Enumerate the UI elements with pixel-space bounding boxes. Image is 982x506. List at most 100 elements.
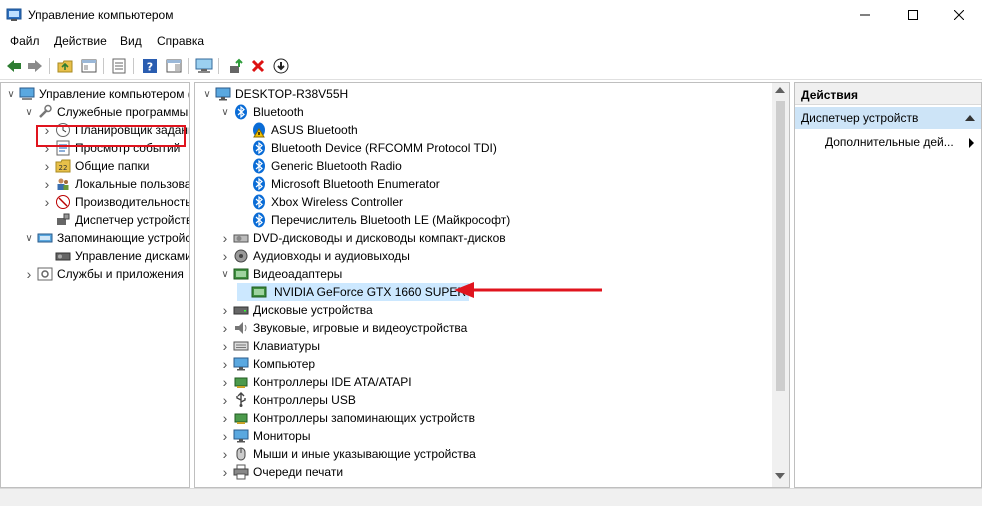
collapsed-chevron-icon[interactable]: › xyxy=(219,247,231,265)
scroll-up-icon[interactable] xyxy=(775,87,785,93)
help-icon[interactable]: ? xyxy=(140,56,160,76)
device-tree-item[interactable]: › Звуковые, игровые и видеоустройства xyxy=(219,319,468,337)
device-tree-item[interactable]: › Контроллеры запоминающих устройств xyxy=(219,409,475,427)
device-tree-item-label: Microsoft Bluetooth Enumerator xyxy=(271,177,440,191)
console-tree-item[interactable]: Управление дисками xyxy=(41,247,190,265)
show-hide-tree-icon[interactable] xyxy=(79,56,99,76)
collapsed-chevron-icon[interactable]: › xyxy=(23,265,35,283)
collapsed-chevron-icon[interactable]: › xyxy=(41,157,53,175)
collapsed-chevron-icon[interactable]: › xyxy=(219,229,231,247)
collapsed-chevron-icon[interactable]: › xyxy=(219,463,231,481)
expanded-chevron-icon[interactable]: ∨ xyxy=(219,265,231,283)
monitor-icon xyxy=(233,428,249,444)
display-adapter-icon xyxy=(233,266,249,282)
device-tree-item[interactable]: › Аудиовходы и аудиовыходы xyxy=(219,247,410,265)
device-tree-item-label: Клавиатуры xyxy=(253,339,320,353)
console-tree-item[interactable]: ∨ Служебные программы xyxy=(23,103,188,121)
scroll-thumb[interactable] xyxy=(776,101,785,391)
device-tree-item[interactable]: › Клавиатуры xyxy=(219,337,320,355)
device-tree-item-label: DVD-дисководы и дисководы компакт-дисков xyxy=(253,231,506,245)
disable-device-icon[interactable] xyxy=(271,56,291,76)
mouse-icon xyxy=(233,446,249,462)
device-tree-item[interactable]: › DVD-дисководы и дисководы компакт-диско… xyxy=(219,229,506,247)
collapsed-chevron-icon[interactable]: › xyxy=(41,175,53,193)
minimize-button[interactable] xyxy=(842,0,888,30)
collapsed-chevron-icon[interactable]: › xyxy=(219,337,231,355)
console-tree-item[interactable]: › Локальные пользовате xyxy=(41,175,189,193)
back-arrow-icon[interactable] xyxy=(4,56,24,76)
close-button[interactable] xyxy=(936,0,982,30)
collapsed-chevron-icon[interactable]: › xyxy=(219,301,231,319)
device-tree-item[interactable]: Microsoft Bluetooth Enumerator xyxy=(237,175,440,193)
device-tree-item-label: Generic Bluetooth Radio xyxy=(271,159,402,173)
console-tree-item-label: Диспетчер устройств xyxy=(75,213,190,227)
expanded-chevron-icon[interactable]: ∨ xyxy=(23,229,35,247)
svg-text:?: ? xyxy=(147,61,153,74)
actions-section-device-manager[interactable]: Диспетчер устройств xyxy=(795,107,981,129)
properties-icon[interactable] xyxy=(109,56,129,76)
computer-management-icon xyxy=(19,86,35,102)
device-tree-scrollbar[interactable] xyxy=(772,83,789,487)
maximize-button[interactable] xyxy=(890,0,936,30)
expanded-chevron-icon[interactable]: ∨ xyxy=(5,85,17,103)
console-tree-item[interactable]: ∨ Управление компьютером (л xyxy=(5,85,189,103)
collapsed-chevron-icon[interactable]: › xyxy=(219,445,231,463)
collapsed-chevron-icon[interactable]: › xyxy=(219,319,231,337)
selected-device-tree-item[interactable]: NVIDIA GeForce GTX 1660 SUPER xyxy=(237,283,470,301)
device-tree-item[interactable]: › Очереди печати xyxy=(219,463,343,481)
collapsed-chevron-icon[interactable]: › xyxy=(219,355,231,373)
expanded-chevron-icon[interactable]: ∨ xyxy=(23,103,35,121)
collapsed-chevron-icon[interactable]: › xyxy=(219,427,231,445)
device-tree-item[interactable]: Перечислитель Bluetooth LE (Майкрософт) xyxy=(237,211,510,229)
device-tree-item-label: Дисковые устройства xyxy=(253,303,373,317)
device-tree-item-label: NVIDIA GeForce GTX 1660 SUPER xyxy=(274,285,467,299)
expanded-chevron-icon[interactable]: ∨ xyxy=(201,85,213,103)
menu-action[interactable]: Действие xyxy=(54,34,107,48)
more-actions-item[interactable]: Дополнительные дей... xyxy=(825,135,975,149)
collapsed-chevron-icon[interactable]: › xyxy=(219,373,231,391)
console-tree-item[interactable]: › 22 Общие папки xyxy=(41,157,150,175)
device-tree-item[interactable]: ASUS Bluetooth xyxy=(237,121,358,139)
uninstall-device-icon[interactable] xyxy=(248,56,268,76)
scroll-down-icon[interactable] xyxy=(775,473,785,479)
device-tree-item[interactable]: ∨ Видеоадаптеры xyxy=(219,265,342,283)
device-tree-item[interactable]: › Дисковые устройства xyxy=(219,301,373,319)
bluetooth-icon xyxy=(233,104,249,120)
device-tree-item[interactable]: › Мыши и иные указывающие устройства xyxy=(219,445,476,463)
device-tree-item[interactable]: ∨ Bluetooth xyxy=(219,103,304,121)
disk-management-icon xyxy=(55,248,71,264)
console-tree-item[interactable]: Диспетчер устройств xyxy=(41,211,190,229)
device-tree-item[interactable]: Generic Bluetooth Radio xyxy=(237,157,402,175)
menu-view[interactable]: Вид xyxy=(120,34,142,48)
device-tree-item[interactable]: ∨ DESKTOP-R38V55H xyxy=(201,85,348,103)
monitor-icon xyxy=(233,356,249,372)
console-tree-item[interactable]: › Производительность xyxy=(41,193,189,211)
device-tree-item[interactable]: › Компьютер xyxy=(219,355,315,373)
device-tree-item-label: Контроллеры запоминающих устройств xyxy=(253,411,475,425)
expanded-chevron-icon[interactable]: ∨ xyxy=(219,103,231,121)
actions-section-label: Диспетчер устройств xyxy=(801,111,919,125)
title-bar: Управление компьютером xyxy=(0,0,982,30)
console-tree-item[interactable]: › Службы и приложения xyxy=(23,265,184,283)
collapsed-chevron-icon[interactable]: › xyxy=(219,409,231,427)
update-driver-icon[interactable] xyxy=(226,56,246,76)
console-tree-item[interactable]: ∨ Запоминающие устройст xyxy=(23,229,189,247)
up-folder-icon[interactable] xyxy=(55,56,75,76)
action-pane-icon[interactable] xyxy=(164,56,184,76)
device-tree-item[interactable]: › Контроллеры USB xyxy=(219,391,356,409)
device-tree-item[interactable]: Bluetooth Device (RFCOMM Protocol TDI) xyxy=(237,139,497,157)
scan-hardware-icon[interactable] xyxy=(194,56,214,76)
collapsed-chevron-icon[interactable]: › xyxy=(41,193,53,211)
device-tree-item[interactable]: › Контроллеры IDE ATA/ATAPI xyxy=(219,373,412,391)
device-tree-item[interactable]: › Мониторы xyxy=(219,427,311,445)
console-tree-item-label: Управление дисками xyxy=(75,249,190,263)
menu-file[interactable]: Файл xyxy=(10,34,40,48)
device-tree-item[interactable]: Xbox Wireless Controller xyxy=(237,193,403,211)
forward-arrow-icon[interactable] xyxy=(25,56,45,76)
collapse-caret-icon[interactable] xyxy=(965,115,975,121)
collapsed-chevron-icon[interactable]: › xyxy=(219,391,231,409)
menu-help[interactable]: Справка xyxy=(157,34,204,48)
device-tree-item-label: Звуковые, игровые и видеоустройства xyxy=(253,321,468,335)
